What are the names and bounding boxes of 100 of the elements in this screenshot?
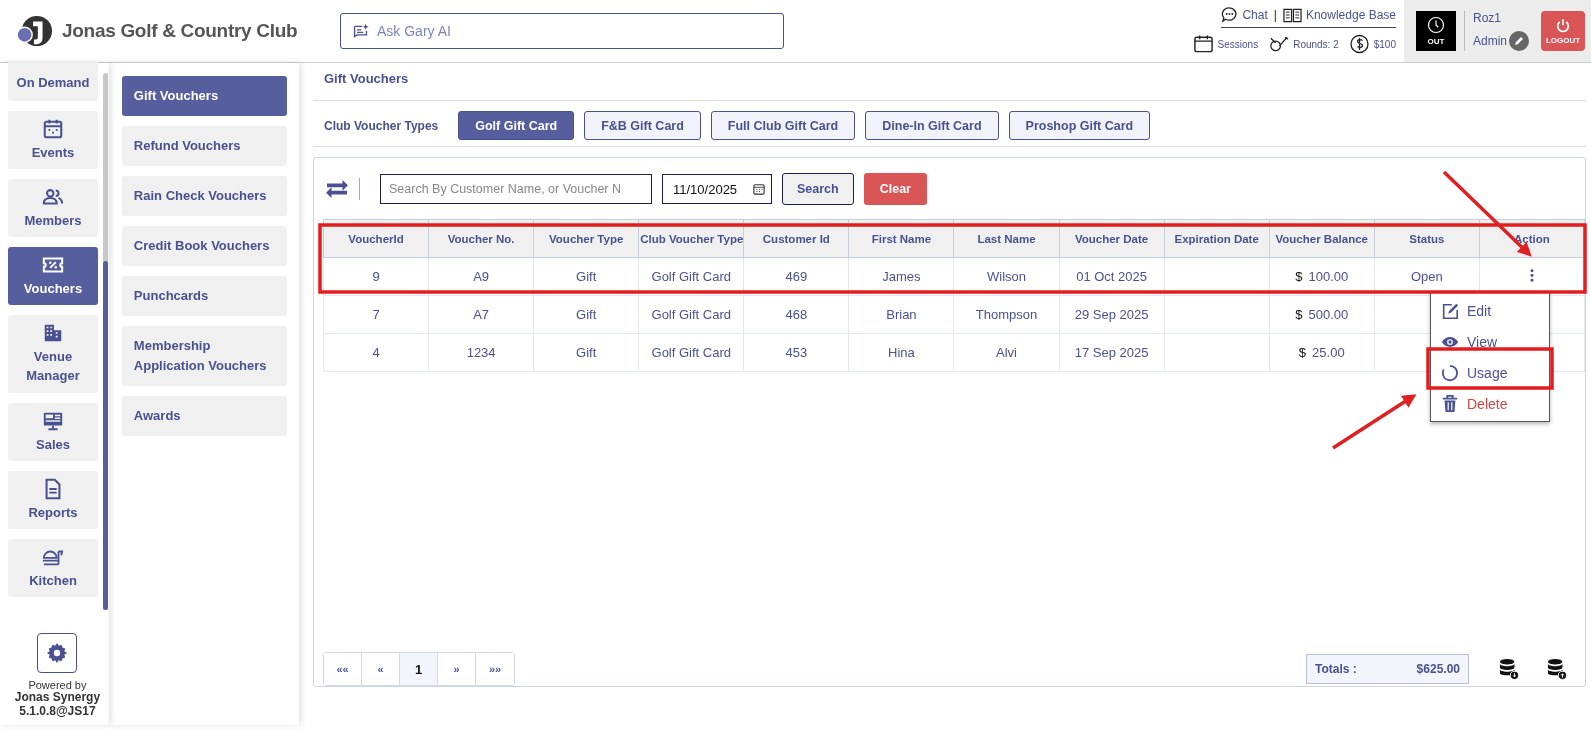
settings-button[interactable]: [37, 633, 78, 674]
sidebar-item[interactable]: Events: [8, 111, 98, 169]
sessions-link[interactable]: Sessions: [1192, 34, 1259, 54]
table-cell: Brian: [848, 295, 954, 334]
clock-out-button[interactable]: OUT: [1416, 11, 1456, 51]
table-cell: 29 Sep 2025: [1059, 295, 1165, 334]
menu-item[interactable]: View: [1431, 326, 1549, 357]
menu-item[interactable]: Usage: [1431, 357, 1549, 388]
chat-icon: [1221, 6, 1239, 23]
table-cell: A9: [428, 257, 534, 296]
page-button[interactable]: ««: [324, 653, 362, 685]
table-cell: 1234: [428, 333, 534, 372]
table-cell: Alvi: [953, 333, 1060, 372]
more-icon[interactable]: [1529, 268, 1534, 282]
table-cell: Hina: [848, 333, 954, 372]
voucher-type-tab[interactable]: Golf Gift Card: [458, 111, 575, 140]
table-cell: Wilson: [953, 257, 1060, 296]
ai-chat-icon: [352, 23, 369, 40]
table-cell: Golf Gift Card: [638, 257, 744, 296]
date-field[interactable]: 11/10/2025: [662, 174, 772, 204]
totals-label: Totals :: [1315, 662, 1357, 676]
refresh-icon[interactable]: [325, 179, 349, 199]
chat-link[interactable]: Chat: [1221, 6, 1268, 23]
book-icon: [1282, 6, 1302, 23]
table-cell: James: [848, 257, 954, 296]
table-cell: 469: [743, 257, 849, 296]
dollar-coin-icon: [1348, 34, 1370, 54]
balance-amount: 25.00: [1312, 345, 1345, 360]
totals-value: $625.00: [1416, 662, 1460, 676]
user-name: Roz1: [1473, 11, 1502, 25]
database-download-icon[interactable]: [1499, 658, 1519, 680]
sidebar-item[interactable]: On Demand: [8, 61, 98, 101]
sidebar-item[interactable]: Kitchen: [8, 539, 98, 597]
sidebar-item[interactable]: Sales: [8, 403, 98, 461]
page-button[interactable]: 1: [400, 653, 438, 685]
table-cell: 9: [323, 257, 429, 296]
table-cell: Gift: [533, 333, 639, 372]
golf-club-icon: [1268, 34, 1290, 54]
table-cell: 4: [323, 333, 429, 372]
table-cell: 468: [743, 295, 849, 334]
table-cell: 7: [323, 295, 429, 334]
club-title: Jonas Golf & Country Club: [62, 20, 298, 42]
voucher-type-tab[interactable]: F&B Gift Card: [584, 111, 701, 140]
scrollbar[interactable]: [103, 73, 108, 610]
submenu-item[interactable]: Gift Vouchers: [121, 76, 287, 116]
spinner-icon: [1441, 363, 1459, 382]
sidebar-item[interactable]: Members: [8, 179, 98, 237]
ask-ai-field[interactable]: Ask Gary AI: [340, 13, 784, 49]
table-cell: 17 Sep 2025: [1059, 333, 1165, 372]
submenu-item[interactable]: Awards: [121, 396, 287, 436]
settings-icon: [46, 642, 69, 665]
table-cell: A7: [428, 295, 534, 334]
sidebar-item[interactable]: Venue Manager: [8, 315, 98, 393]
database-upload-icon[interactable]: [1547, 658, 1567, 680]
product-name: Jonas Synergy: [14, 691, 101, 706]
clear-button[interactable]: Clear: [863, 173, 927, 205]
submenu-item[interactable]: Credit Book Vouchers: [121, 226, 287, 266]
currency-symbol: $: [1295, 269, 1303, 284]
voucher-type-tab[interactable]: Full Club Gift Card: [710, 111, 856, 140]
currency-symbol: $: [1298, 345, 1307, 360]
sidebar-item[interactable]: Reports: [8, 471, 98, 529]
calendar-icon: [42, 117, 64, 140]
balance-amount: 100.00: [1308, 269, 1349, 284]
balance-link[interactable]: $100: [1348, 34, 1396, 54]
submenu-item[interactable]: Membership Application Vouchers: [121, 326, 287, 386]
edit-icon: [1441, 301, 1459, 320]
user-role: Admin: [1473, 34, 1507, 48]
search-button[interactable]: Search: [782, 173, 854, 205]
table-cell: Thompson: [953, 295, 1060, 334]
submenu-item[interactable]: Punchcards: [121, 276, 287, 316]
separator: |: [1273, 7, 1277, 22]
table-cell: 01 Oct 2025: [1059, 257, 1165, 296]
voucher-type-tab[interactable]: Proshop Gift Card: [1008, 111, 1151, 140]
submenu-item[interactable]: Rain Check Vouchers: [121, 176, 287, 216]
menu-item[interactable]: Edit: [1431, 295, 1549, 326]
status-text: Open: [1410, 269, 1443, 284]
balance-amount: 500.00: [1308, 307, 1349, 322]
search-field[interactable]: Search By Customer Name, or Voucher N: [380, 174, 652, 204]
voucher-type-tab[interactable]: Dine-In Gift Card: [865, 111, 999, 140]
sidebar-item[interactable]: Vouchers: [8, 247, 98, 305]
table-cell: Gift: [533, 257, 639, 296]
powered-by-text: Powered by: [28, 679, 87, 692]
edit-icon[interactable]: [1509, 31, 1529, 51]
voucher-types-label: Club Voucher Types: [324, 118, 439, 133]
currency-symbol: $: [1295, 307, 1303, 322]
calendar-icon: [753, 183, 765, 195]
version-text: 5.1.0.8@JS17: [19, 705, 96, 719]
knowledge-base-link[interactable]: Knowledge Base: [1282, 6, 1396, 23]
table-cell: Golf Gift Card: [638, 333, 744, 372]
clock-icon: [1427, 16, 1445, 34]
submenu-item[interactable]: Refund Vouchers: [121, 126, 287, 166]
table-cell: Golf Gift Card: [638, 295, 744, 334]
trash-icon: [1441, 394, 1459, 413]
power-icon: [1555, 17, 1571, 34]
calendar-icon: [1192, 34, 1214, 54]
menu-item[interactable]: Delete: [1431, 388, 1549, 419]
table-cell: 453: [743, 333, 849, 372]
page-title: Gift Vouchers: [313, 63, 1586, 101]
logout-button[interactable]: LOGOUT: [1541, 11, 1585, 51]
rounds-link[interactable]: Rounds: 2: [1268, 34, 1339, 54]
